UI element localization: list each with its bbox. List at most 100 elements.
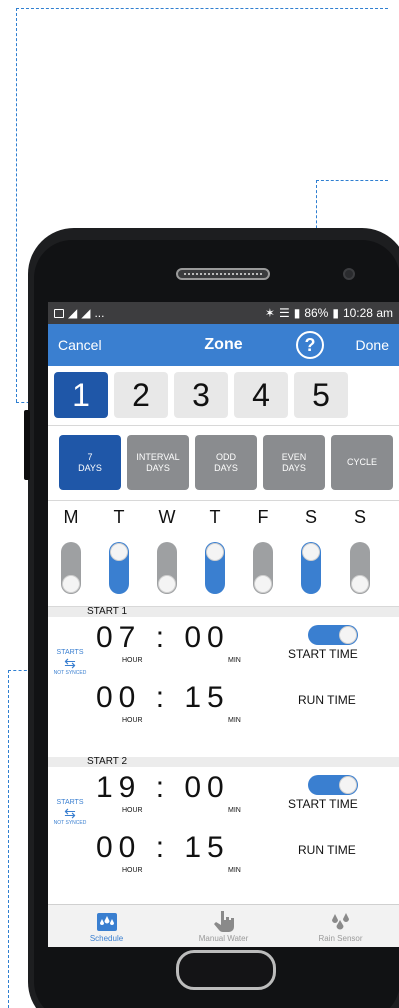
- day-selector: MTWTFSS: [48, 501, 399, 607]
- day-column: T: [200, 507, 230, 594]
- day-label: W: [158, 507, 176, 527]
- toggle-knob: [339, 626, 357, 644]
- zone-button-3[interactable]: 3: [174, 372, 228, 418]
- tab-bar: Schedule Manual Water Rain Sensor: [48, 904, 399, 947]
- day-label: S: [304, 507, 317, 527]
- day-label: T: [113, 507, 125, 527]
- day-toggle[interactable]: [253, 542, 273, 594]
- clock: 10:28 am: [342, 306, 393, 320]
- start-time-toggle[interactable]: [308, 775, 358, 795]
- link-icon: ⇆: [64, 805, 76, 821]
- day-column: F: [248, 507, 278, 594]
- run-time-label: RUN TIME: [298, 843, 356, 857]
- schedule-type-button[interactable]: CYCLE: [331, 435, 393, 490]
- schedule-type-button[interactable]: EVEN DAYS: [263, 435, 325, 490]
- run-time-label: RUN TIME: [298, 693, 356, 707]
- day-toggle[interactable]: [61, 542, 81, 594]
- toggle-knob: [206, 543, 224, 561]
- image-notification-icon: [54, 308, 64, 318]
- annotation-line: [8, 670, 9, 1008]
- start-title: START 2: [48, 757, 399, 767]
- rain-drops-icon: [282, 908, 399, 934]
- min-label: MIN: [228, 717, 241, 724]
- zone-button-2[interactable]: 2: [114, 372, 168, 418]
- hour-label: HOUR: [122, 657, 143, 664]
- front-camera: [343, 268, 355, 280]
- schedule-type-button[interactable]: INTERVAL DAYS: [127, 435, 189, 490]
- annotation-line: [16, 8, 17, 402]
- cancel-button[interactable]: Cancel: [58, 337, 102, 353]
- start-time-toggle[interactable]: [308, 625, 358, 645]
- link-icon: ⇆: [64, 655, 76, 671]
- home-button[interactable]: [176, 950, 276, 990]
- day-column: S: [345, 507, 375, 594]
- run-time-row: 00 : 15 HOUR MIN RUN TIME: [48, 681, 399, 727]
- start-time-value[interactable]: 19 : 00: [96, 771, 230, 805]
- start-block: START 1 07 : 00 HOUR MIN START TIME STAR…: [48, 607, 399, 757]
- nav-bar: Cancel Zone ? Done: [48, 324, 399, 366]
- start-block: START 2 19 : 00 HOUR MIN START TIME STAR…: [48, 757, 399, 907]
- hand-pointer-icon: [165, 908, 282, 934]
- day-toggle[interactable]: [301, 542, 321, 594]
- more-notifications: ...: [94, 306, 105, 320]
- tab-manual-water[interactable]: Manual Water: [165, 905, 282, 947]
- toggle-knob: [254, 575, 272, 593]
- start-time-value[interactable]: 07 : 00: [96, 621, 230, 655]
- system-status: ✶ ☰ ▮ 86% ▮ 10:28 am: [265, 306, 393, 320]
- day-toggle[interactable]: [157, 542, 177, 594]
- run-time-value[interactable]: 00 : 15: [96, 681, 230, 715]
- sync-status: NOT SYNCED: [53, 670, 87, 676]
- flipboard-notification-icon: ◢: [68, 306, 78, 320]
- battery-percent: 86%: [304, 306, 329, 320]
- tab-rain-sensor[interactable]: Rain Sensor: [282, 905, 399, 947]
- zone-button-1[interactable]: 1: [54, 372, 108, 418]
- hour-label: HOUR: [122, 867, 143, 874]
- day-toggle[interactable]: [109, 542, 129, 594]
- run-time-value[interactable]: 00 : 15: [96, 831, 230, 865]
- hour-label: HOUR: [122, 717, 143, 724]
- zone-button-5[interactable]: 5: [294, 372, 348, 418]
- signal-icon: ▮: [293, 306, 301, 320]
- bluetooth-icon: ✶: [264, 306, 275, 320]
- day-column: M: [56, 507, 86, 594]
- status-bar: ◢ ◢ ... ✶ ☰ ▮ 86% ▮ 10:28 am: [48, 302, 399, 324]
- toggle-knob: [110, 543, 128, 561]
- day-label: T: [209, 507, 221, 527]
- flipboard-notification-icon: ◢: [81, 306, 91, 320]
- water-drops-icon: [48, 908, 165, 934]
- earpiece-speaker: [176, 268, 270, 280]
- phone-screen: ◢ ◢ ... ✶ ☰ ▮ 86% ▮ 10:28 am Cancel Zone…: [48, 302, 399, 947]
- tab-schedule[interactable]: Schedule: [48, 905, 165, 947]
- volume-button: [24, 410, 30, 480]
- min-label: MIN: [228, 867, 241, 874]
- toggle-knob: [158, 575, 176, 593]
- help-icon[interactable]: ?: [296, 331, 324, 359]
- start-times-list: START 1 07 : 00 HOUR MIN START TIME STAR…: [48, 607, 399, 917]
- schedule-type-button[interactable]: 7 DAYS: [59, 435, 121, 490]
- wifi-icon: ☰: [278, 306, 290, 320]
- day-label: M: [63, 507, 79, 527]
- day-label: F: [257, 507, 269, 527]
- day-column: W: [152, 507, 182, 594]
- screenshot-stage: ◢ ◢ ... ✶ ☰ ▮ 86% ▮ 10:28 am Cancel Zone…: [0, 0, 399, 1008]
- sync-status: NOT SYNCED: [53, 820, 87, 826]
- day-label: S: [353, 507, 366, 527]
- sync-starts-button[interactable]: STARTS ⇆ NOT SYNCED: [50, 649, 90, 676]
- sync-starts-button[interactable]: STARTS ⇆ NOT SYNCED: [50, 799, 90, 826]
- tab-label: Manual Water: [198, 934, 249, 943]
- start-time-label: START TIME: [288, 647, 358, 661]
- schedule-type-selector: 7 DAYS INTERVAL DAYS ODD DAYS EVEN DAYS CYCL…: [48, 426, 399, 501]
- schedule-type-button[interactable]: ODD DAYS: [195, 435, 257, 490]
- notification-icons: ◢ ◢ ...: [54, 306, 104, 320]
- start-time-label: START TIME: [288, 797, 358, 811]
- min-label: MIN: [228, 657, 241, 664]
- toggle-knob: [351, 575, 369, 593]
- zone-selector: 12345: [48, 366, 399, 426]
- tab-label: Schedule: [89, 934, 124, 943]
- zone-button-4[interactable]: 4: [234, 372, 288, 418]
- day-toggle[interactable]: [205, 542, 225, 594]
- start-time-row: 19 : 00 HOUR MIN START TIME: [48, 771, 399, 817]
- toggle-knob: [62, 575, 80, 593]
- done-button[interactable]: Done: [356, 337, 389, 353]
- day-toggle[interactable]: [350, 542, 370, 594]
